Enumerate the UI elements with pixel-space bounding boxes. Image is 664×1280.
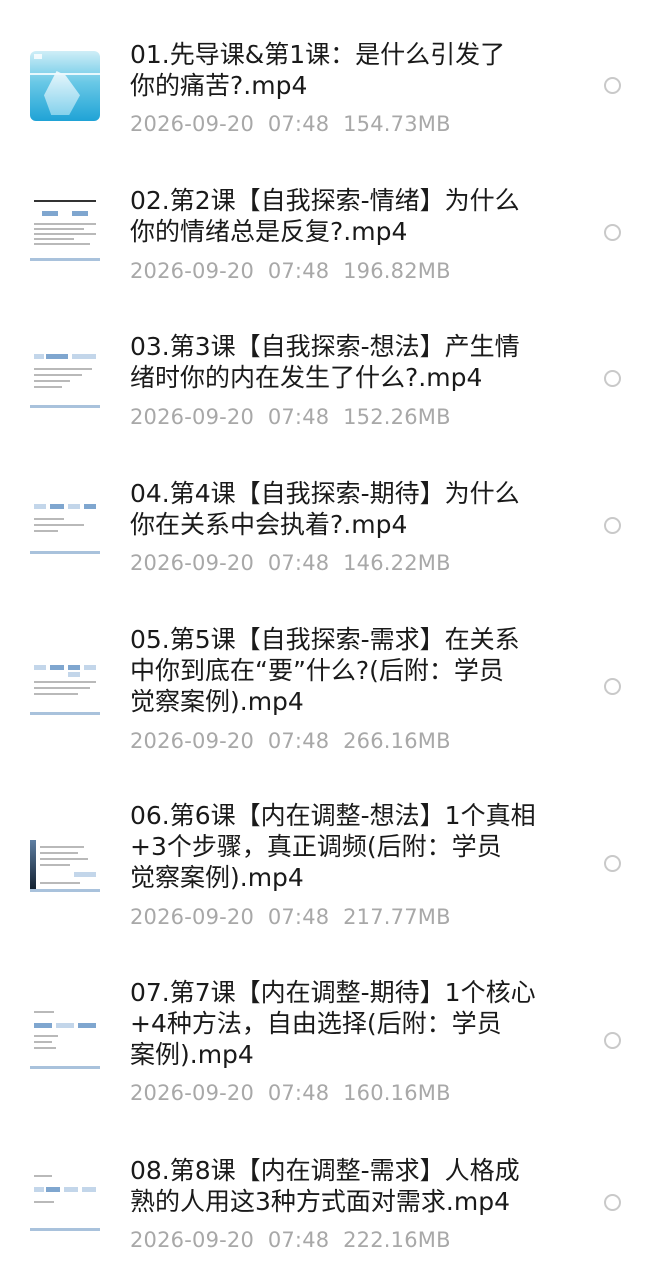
file-name: 03.第3课【自我探索-想法】产生情 绪时你的内在发生了什么?.mp4 (130, 331, 540, 393)
file-date: 2026-09-20 (130, 551, 255, 575)
file-name-line: 熟的人用这3种方式面对需求.mp4 (130, 1187, 510, 1216)
file-name-line: +4种方法，自由选择(后附：学员 (130, 1009, 502, 1038)
file-date: 2026-09-20 (130, 1228, 255, 1252)
file-meta: 2026-09-20 07:48 266.16MB (130, 728, 451, 754)
file-date: 2026-09-20 (130, 405, 255, 429)
file-name-line: 06.第6课【内在调整-想法】1个真相 (130, 801, 536, 830)
file-name: 07.第7课【内在调整-期待】1个核心 +4种方法，自由选择(后附：学员 案例)… (130, 977, 540, 1070)
file-name-line: 05.第5课【自我探索-需求】在关系 (130, 625, 520, 654)
file-name: 02.第2课【自我探索-情绪】为什么 你的情绪总是反复?.mp4 (130, 185, 540, 247)
select-radio[interactable] (604, 77, 621, 94)
slide-thumbnail (30, 828, 100, 898)
file-meta: 2026-09-20 07:48 222.16MB (130, 1227, 451, 1253)
file-meta: 2026-09-20 07:48 196.82MB (130, 258, 451, 284)
file-meta: 2026-09-20 07:48 146.22MB (130, 550, 451, 576)
slide-thumbnail (30, 490, 100, 560)
file-time: 07:48 (267, 1228, 330, 1252)
file-name-line: 案例).mp4 (130, 1040, 254, 1069)
file-time: 07:48 (267, 1081, 330, 1105)
file-name-line: 02.第2课【自我探索-情绪】为什么 (130, 186, 520, 215)
file-size: 217.77MB (343, 905, 451, 929)
select-radio[interactable] (604, 1194, 621, 1211)
file-size: 196.82MB (343, 259, 451, 283)
file-name: 01.先导课&第1课：是什么引发了 你的痛苦?.mp4 (130, 39, 540, 101)
file-name-line: 中你到底在“要”什么?(后附：学员 (130, 656, 504, 685)
file-meta: 2026-09-20 07:48 154.73MB (130, 111, 451, 137)
file-size: 146.22MB (343, 551, 451, 575)
file-name-line: 觉察案例).mp4 (130, 863, 304, 892)
file-time: 07:48 (267, 551, 330, 575)
file-meta: 2026-09-20 07:48 152.26MB (130, 404, 451, 430)
file-name-line: 你的痛苦?.mp4 (130, 71, 308, 100)
file-name-line: 你在关系中会执着?.mp4 (130, 510, 408, 539)
file-name-line: 07.第7课【内在调整-期待】1个核心 (130, 978, 536, 1007)
file-name-line: 03.第3课【自我探索-想法】产生情 (130, 332, 520, 361)
file-time: 07:48 (267, 905, 330, 929)
file-name-line: 你的情绪总是反复?.mp4 (130, 217, 408, 246)
slide-thumbnail (30, 651, 100, 721)
file-name: 06.第6课【内在调整-想法】1个真相 +3个步骤，真正调频(后附：学员 觉察案… (130, 800, 540, 893)
file-meta: 2026-09-20 07:48 217.77MB (130, 904, 451, 930)
file-date: 2026-09-20 (130, 259, 255, 283)
select-radio[interactable] (604, 224, 621, 241)
file-name: 04.第4课【自我探索-期待】为什么 你在关系中会执着?.mp4 (130, 478, 540, 540)
file-name-line: +3个步骤，真正调频(后附：学员 (130, 832, 502, 861)
file-size: 266.16MB (343, 729, 451, 753)
file-name: 08.第8课【内在调整-需求】人格成 熟的人用这3种方式面对需求.mp4 (130, 1155, 540, 1217)
select-radio[interactable] (604, 517, 621, 534)
file-list: 01.先导课&第1课：是什么引发了 你的痛苦?.mp4 2026-09-20 0… (0, 0, 664, 1280)
file-name-line: 04.第4课【自我探索-期待】为什么 (130, 479, 520, 508)
file-size: 222.16MB (343, 1228, 451, 1252)
file-name-line: 绪时你的内在发生了什么?.mp4 (130, 363, 483, 392)
file-date: 2026-09-20 (130, 905, 255, 929)
iceberg-thumbnail (30, 51, 100, 121)
file-name-line: 觉察案例).mp4 (130, 687, 304, 716)
select-radio[interactable] (604, 855, 621, 872)
file-size: 160.16MB (343, 1081, 451, 1105)
slide-thumbnail (30, 1005, 100, 1075)
file-name-line: 08.第8课【内在调整-需求】人格成 (130, 1156, 520, 1185)
file-name-line: 01.先导课&第1课：是什么引发了 (130, 40, 506, 69)
select-radio[interactable] (604, 1032, 621, 1049)
file-size: 152.26MB (343, 405, 451, 429)
file-time: 07:48 (267, 112, 330, 136)
file-name: 05.第5课【自我探索-需求】在关系 中你到底在“要”什么?(后附：学员 觉察案… (130, 624, 540, 717)
select-radio[interactable] (604, 678, 621, 695)
file-size: 154.73MB (343, 112, 451, 136)
file-time: 07:48 (267, 405, 330, 429)
slide-thumbnail (30, 1167, 100, 1237)
file-date: 2026-09-20 (130, 729, 255, 753)
file-time: 07:48 (267, 729, 330, 753)
file-meta: 2026-09-20 07:48 160.16MB (130, 1080, 451, 1106)
select-radio[interactable] (604, 370, 621, 387)
file-time: 07:48 (267, 259, 330, 283)
slide-thumbnail (30, 197, 100, 267)
slide-thumbnail (30, 344, 100, 414)
file-date: 2026-09-20 (130, 1081, 255, 1105)
file-date: 2026-09-20 (130, 112, 255, 136)
